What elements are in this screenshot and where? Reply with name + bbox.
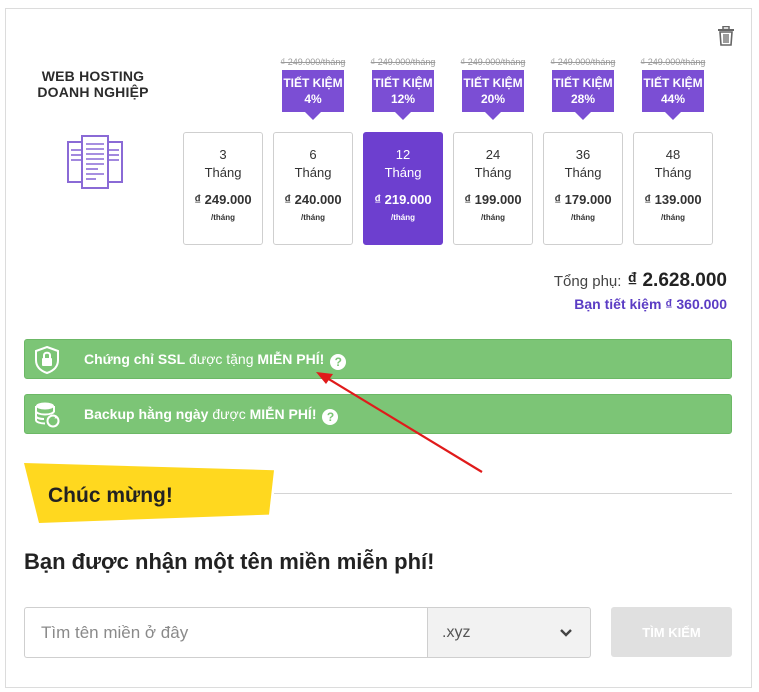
savings-badge: TIẾT KIỆM 20% — [462, 70, 524, 120]
badge-percent: 20% — [480, 92, 506, 106]
plan-24-savings: ₫ 249.000/tháng TIẾT KIỆM 20% — [453, 56, 533, 120]
plan-months: 12 — [395, 147, 411, 162]
plan-month-label: Tháng — [384, 165, 422, 180]
plan-price: ₫ 139.000 — [644, 192, 702, 207]
subtotal-label: Tổng phụ: — [553, 273, 622, 290]
old-price: ₫ 249.000/tháng — [550, 57, 616, 67]
badge-title: TIẾT KIỆM — [373, 76, 433, 90]
ssl-bonus-lead: Chứng chỉ SSL — [84, 351, 186, 367]
plan-month-label: Tháng — [474, 165, 512, 180]
chevron-down-icon — [560, 629, 572, 637]
database-refresh-icon — [35, 402, 60, 428]
plan-months: 48 — [665, 147, 681, 162]
plan-unit: /tháng — [481, 213, 505, 222]
subtotal-value: ₫ 2.628.000 — [627, 270, 727, 291]
backup-bonus-text: Backup hằng ngày được MIỄN PHÍ!? — [84, 406, 339, 425]
plan-card-24-months[interactable]: 24 Tháng ₫ 199.000 /tháng — [453, 132, 533, 245]
ssl-bonus-bar: Chứng chỉ SSL được tặng MIỄN PHÍ!? — [24, 339, 732, 379]
plan-month-label: Tháng — [654, 165, 692, 180]
plan-price: ₫ 240.000 — [284, 192, 342, 207]
plan-36-savings: ₫ 249.000/tháng TIẾT KIỆM 28% — [543, 56, 623, 120]
ssl-bonus-text: Chứng chỉ SSL được tặng MIỄN PHÍ!? — [84, 351, 347, 370]
savings-text: Bạn tiết kiệm ₫ 360.000 — [574, 296, 727, 312]
plan-month-label: Tháng — [564, 165, 602, 180]
subtotal: Tổng phụ: ₫ 2.628.000 — [554, 270, 727, 292]
plan-card-36-months[interactable]: 36 Tháng ₫ 179.000 /tháng — [543, 132, 623, 245]
badge-percent: 4% — [304, 92, 322, 106]
badge-title: TIẾT KIỆM — [463, 76, 523, 90]
plan-card-3-months[interactable]: 3 Tháng ₫ 249.000 /tháng — [183, 132, 263, 245]
server-documents-icon — [67, 135, 123, 189]
help-icon[interactable]: ? — [330, 354, 347, 370]
plan-months: 3 — [219, 147, 227, 162]
divider — [274, 493, 732, 494]
tld-select[interactable]: .xyz — [427, 607, 591, 658]
plan-12-savings: ₫ 249.000/tháng TIẾT KIỆM 12% — [363, 56, 443, 120]
ssl-bonus-mid: được tặng — [185, 351, 258, 367]
old-price: ₫ 249.000/tháng — [370, 57, 436, 67]
help-icon[interactable]: ? — [322, 409, 339, 425]
free-domain-headline: Bạn được nhận một tên miền miễn phí! — [24, 549, 435, 574]
backup-bonus-tail: MIỄN PHÍ! — [249, 406, 317, 422]
old-price: ₫ 249.000/tháng — [460, 57, 526, 67]
plan-unit: /tháng — [301, 213, 325, 222]
search-domain-button[interactable]: TÌM KIẾM — [611, 607, 732, 657]
plan-unit: /tháng — [661, 213, 685, 222]
badge-title: TIẾT KIỆM — [553, 76, 613, 90]
ssl-bonus-tail: MIỄN PHÍ! — [257, 351, 325, 367]
plan-unit: /tháng — [571, 213, 595, 222]
badge-title: TIẾT KIỆM — [643, 76, 703, 90]
congrats-text: Chúc mừng! — [48, 484, 173, 507]
plan-price: ₫ 219.000 — [374, 192, 432, 207]
plan-card-12-months[interactable]: 12 Tháng ₫ 219.000 /tháng — [363, 132, 443, 245]
plan-months: 6 — [309, 147, 317, 162]
savings-badge: TIẾT KIỆM 4% — [282, 70, 344, 120]
badge-title: TIẾT KIỆM — [283, 76, 343, 90]
savings-badge: TIẾT KIỆM 28% — [552, 70, 614, 120]
badge-percent: 28% — [570, 92, 596, 106]
backup-bonus-lead: Backup hằng ngày — [84, 406, 209, 422]
backup-bonus-bar: Backup hằng ngày được MIỄN PHÍ!? — [24, 394, 732, 434]
badge-percent: 44% — [660, 92, 686, 106]
old-price: ₫ 249.000/tháng — [280, 57, 346, 67]
trash-icon[interactable] — [717, 26, 735, 46]
plan-month-label: Tháng — [204, 165, 242, 180]
plan-6-savings: ₫ 249.000/tháng TIẾT KIỆM 4% — [273, 56, 353, 120]
product-title: WEB HOSTING DOANH NGHIỆP — [37, 68, 149, 100]
plan-month-label: Tháng — [294, 165, 332, 180]
plan-unit: /tháng — [391, 213, 415, 222]
plan-unit: /tháng — [211, 213, 235, 222]
plan-price: ₫ 249.000 — [194, 192, 252, 207]
plan-card-48-months[interactable]: 48 Tháng ₫ 139.000 /tháng — [633, 132, 713, 245]
plan-card-6-months[interactable]: 6 Tháng ₫ 240.000 /tháng — [273, 132, 353, 245]
plan-price: ₫ 199.000 — [464, 192, 522, 207]
plan-months: 24 — [485, 147, 501, 162]
domain-search-input[interactable] — [24, 607, 427, 658]
badge-percent: 12% — [390, 92, 416, 106]
shield-lock-icon — [35, 346, 59, 374]
plan-months: 36 — [575, 147, 591, 162]
savings-badge: TIẾT KIỆM 44% — [642, 70, 704, 120]
backup-bonus-mid: được — [208, 406, 250, 422]
old-price: ₫ 249.000/tháng — [640, 57, 706, 67]
plan-48-savings: ₫ 249.000/tháng TIẾT KIỆM 44% — [633, 56, 713, 120]
plan-price: ₫ 179.000 — [554, 192, 612, 207]
tld-value: .xyz — [442, 624, 471, 641]
savings-badge: TIẾT KIỆM 12% — [372, 70, 434, 120]
